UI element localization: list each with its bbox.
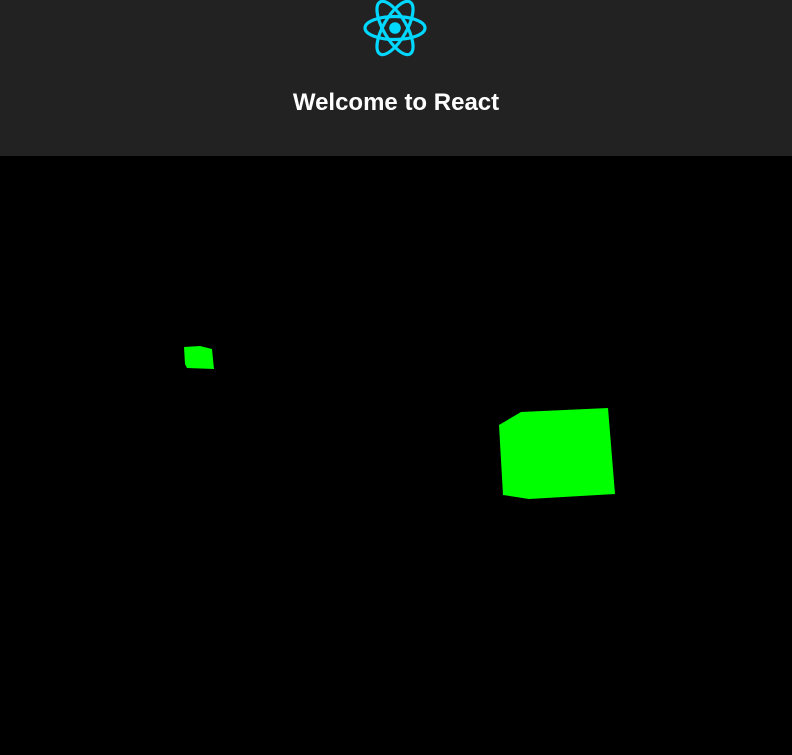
- app-root: Welcome to React: [0, 0, 792, 755]
- app-header: Welcome to React: [0, 0, 792, 156]
- webgl-scene-canvas[interactable]: [0, 156, 792, 755]
- small-green-cube: [184, 346, 214, 369]
- scene-render: [184, 346, 615, 499]
- page-title: Welcome to React: [292, 89, 500, 116]
- react-atom-icon: [363, 0, 427, 57]
- large-green-cube: [499, 408, 615, 499]
- react-logo-icon: [362, 0, 428, 61]
